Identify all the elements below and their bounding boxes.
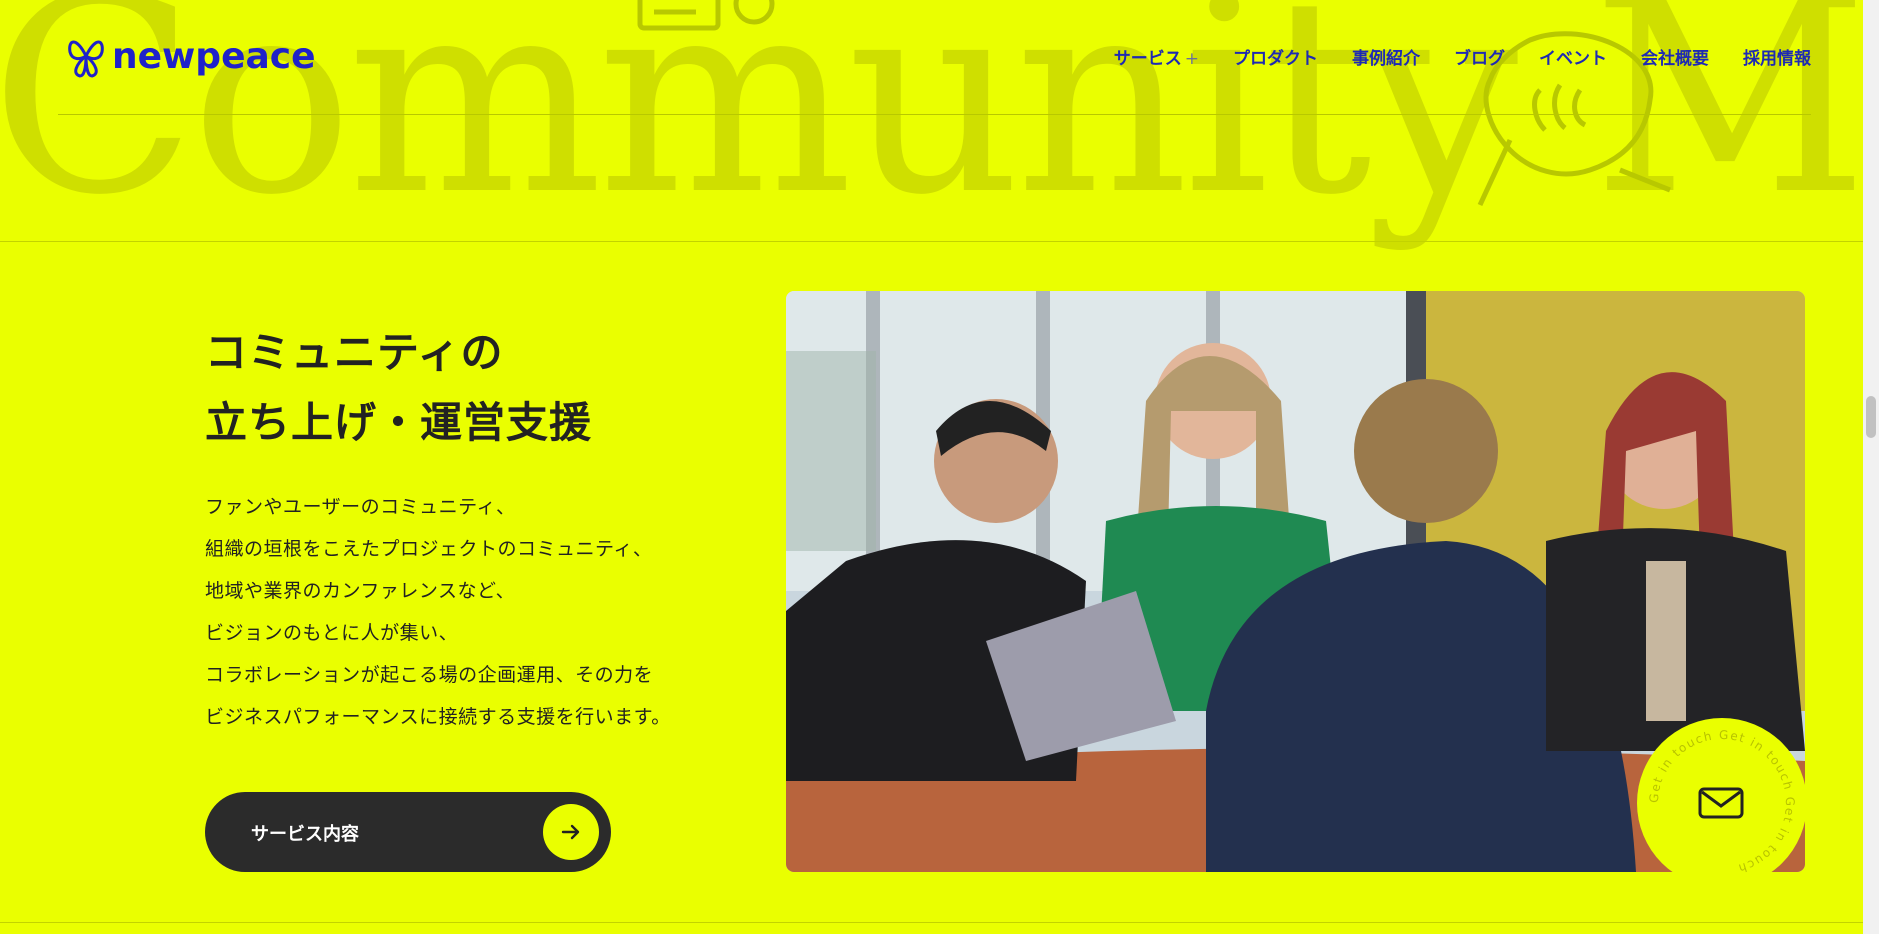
service-section: コミュニティの 立ち上げ・運営支援 ファンやユーザーのコミュニティ、 組織の垣根… — [205, 318, 671, 738]
section-divider-bottom — [0, 922, 1863, 923]
nav-item-product[interactable]: プロダクト — [1233, 44, 1318, 69]
description-line: 地域や業界のカンファレンスなど、 — [205, 580, 516, 602]
arrow-right-icon — [543, 804, 599, 860]
service-details-label: サービス内容 — [251, 824, 359, 845]
description-line: ビジョンのもとに人が集い、 — [205, 622, 459, 644]
main-nav: サービス + プロダクト 事例紹介 ブログ イベント 会社概要 採用情報 — [1114, 44, 1811, 69]
description-line: ビジネスパフォーマンスに接続する支援を行います。 — [205, 706, 671, 728]
section-heading: コミュニティの 立ち上げ・運営支援 — [205, 318, 671, 458]
plus-icon: + — [1184, 49, 1199, 69]
mail-icon — [1698, 787, 1744, 819]
butterfly-logo-icon — [68, 40, 104, 78]
logo-text: newpeace — [112, 35, 316, 77]
nav-item-case-studies[interactable]: 事例紹介 — [1352, 44, 1420, 69]
contact-badge[interactable]: Get in touch Get in touch Get in touch — [1637, 718, 1807, 888]
heading-line-1: コミュニティの — [205, 328, 504, 377]
nav-item-service[interactable]: サービス + — [1114, 44, 1199, 69]
nav-item-recruit[interactable]: 採用情報 — [1743, 44, 1811, 69]
logo[interactable]: newpeace — [66, 34, 316, 78]
nav-item-company[interactable]: 会社概要 — [1641, 44, 1709, 69]
description-line: コラボレーションが起こる場の企画運用、その力を — [205, 664, 654, 686]
heading-line-2: 立ち上げ・運営支援 — [205, 398, 593, 447]
section-description: ファンやユーザーのコミュニティ、 組織の垣根をこえたプロジェクトのコミュニティ、… — [205, 486, 671, 738]
scrollbar[interactable] — [1863, 0, 1879, 934]
nav-item-blog[interactable]: ブログ — [1454, 44, 1505, 69]
scrollbar-thumb[interactable] — [1866, 396, 1876, 438]
description-line: ファンやユーザーのコミュニティ、 — [205, 496, 516, 518]
description-line: 組織の垣根をこえたプロジェクトのコミュニティ、 — [205, 538, 653, 560]
site-header: newpeace サービス + プロダクト 事例紹介 ブログ イベント 会社概要 … — [58, 0, 1811, 115]
service-details-button[interactable]: サービス内容 — [205, 792, 611, 872]
section-divider-top — [0, 241, 1863, 242]
nav-item-event[interactable]: イベント — [1539, 44, 1607, 69]
